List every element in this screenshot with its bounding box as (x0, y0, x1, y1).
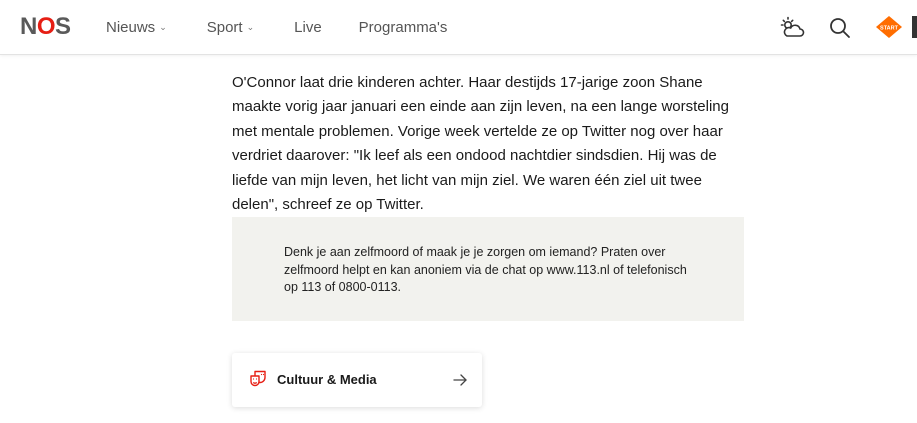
suicide-prevention-notice: Denk je aan zelfmoord of maak je je zorg… (232, 217, 744, 321)
theater-masks-icon (249, 370, 267, 388)
weather-icon[interactable] (779, 15, 805, 41)
nav-label: Programma's (358, 19, 448, 36)
logo-text: NOS (20, 13, 71, 40)
search-icon[interactable] (828, 16, 854, 42)
chevron-down-icon: ⌄ (246, 22, 255, 32)
main-nav: Nieuws ⌄ Sport ⌄ Live Programma's (106, 0, 484, 55)
npo-start-icon[interactable]: START (874, 14, 902, 40)
npo-badge-text: START (880, 26, 899, 32)
nav-item-sport[interactable]: Sport ⌄ (207, 19, 254, 36)
nav-item-programmas[interactable]: Programma's (359, 19, 448, 36)
nav-label: Nieuws (106, 19, 156, 36)
topic-link-cultuur-media[interactable]: Cultuur & Media (232, 353, 482, 407)
site-header: NOS Nieuws ⌄ Sport ⌄ Live Programma's ST… (0, 0, 917, 55)
topic-label: Cultuur & Media (277, 372, 377, 387)
nav-label: Sport (206, 19, 243, 36)
chevron-down-icon: ⌄ (159, 22, 167, 32)
nav-item-nieuws[interactable]: Nieuws ⌄ (106, 19, 167, 36)
nav-label: Live (294, 19, 322, 36)
nav-item-live[interactable]: Live (294, 19, 322, 36)
nos-logo[interactable]: NOS (20, 13, 71, 41)
menu-edge[interactable] (912, 16, 917, 38)
article-paragraph: O'Connor laat drie kinderen achter. Haar… (232, 74, 729, 214)
notice-text: Denk je aan zelfmoord of maak je je zorg… (284, 245, 687, 295)
arrow-right-icon (452, 372, 468, 388)
